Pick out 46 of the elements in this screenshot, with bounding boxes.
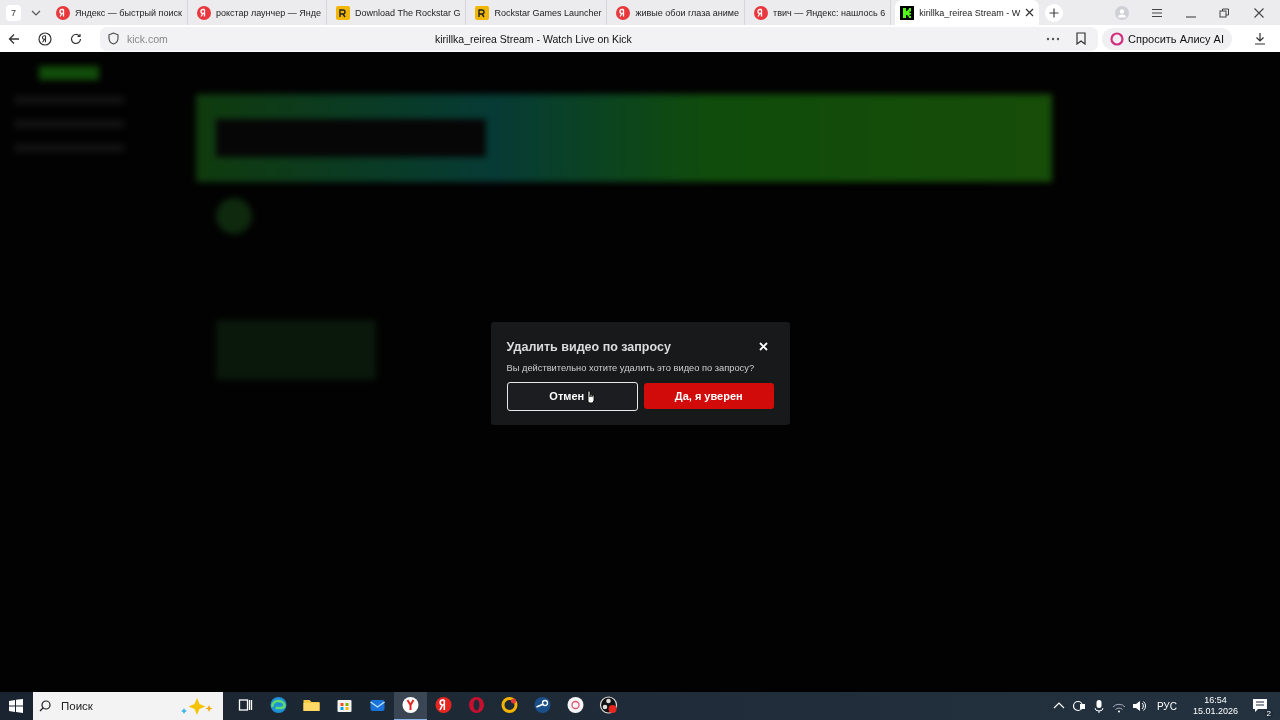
camera-icon[interactable] (1071, 699, 1086, 713)
back-arrow-icon[interactable] (8, 32, 20, 45)
menu-icon[interactable] (1151, 7, 1163, 18)
search-bar[interactable]: Поиск (33, 692, 223, 720)
search-icon (39, 700, 51, 712)
windows-logo-icon[interactable] (9, 699, 23, 713)
chevron-down-icon[interactable] (31, 9, 41, 16)
kick-logo-icon (900, 5, 915, 20)
yandex-logo-icon (616, 5, 631, 20)
clock-time[interactable]: 16:54 (1204, 695, 1227, 706)
rockstar-logo-icon (475, 5, 490, 20)
yandex-logo-icon (754, 5, 769, 20)
browser-logo-icon[interactable] (394, 691, 427, 720)
yandex-logo-icon (196, 5, 211, 20)
close-icon[interactable] (1025, 8, 1035, 17)
plus-icon[interactable] (1045, 3, 1064, 22)
close-icon[interactable] (1253, 7, 1265, 18)
clock-date[interactable]: 15.01.2026 (1192, 706, 1238, 717)
dialog-title: Удалить видео по запросу (506, 339, 671, 354)
yandex-logo-icon[interactable] (38, 31, 52, 46)
page-title: kirillka_reirea Stream - Watch Live on Kick (435, 32, 632, 45)
url-text: kick.com (127, 32, 169, 45)
hand-cursor-icon (585, 388, 596, 404)
avatar-circle (216, 198, 252, 234)
shield-icon (108, 32, 119, 45)
browser-tab[interactable]: kirillka_reirea Stream - W (895, 0, 1040, 25)
notification-icon[interactable] (1252, 698, 1268, 714)
alice-ring-icon (1110, 31, 1125, 46)
yandex-logo-icon (56, 5, 70, 20)
dialog-message: Вы действительно хотите удалить это видео по запросу? (506, 362, 756, 373)
tab-count-button[interactable]: 7 (6, 4, 21, 21)
reload-icon[interactable] (70, 32, 82, 45)
more-dots-icon[interactable] (1046, 36, 1061, 41)
language-indicator[interactable]: РУС (1156, 700, 1177, 712)
speaker-icon[interactable] (1131, 699, 1146, 713)
confirm-button[interactable]: Да, я уверен (644, 383, 774, 409)
search-input[interactable]: Поиск (59, 699, 169, 713)
restore-icon[interactable] (1219, 7, 1231, 18)
download-icon[interactable] (1254, 32, 1266, 45)
notification-count: 2 (1264, 709, 1273, 718)
alice-button[interactable]: Спросить Алису AI (1102, 27, 1232, 50)
rockstar-logo-icon (336, 5, 350, 20)
bookmark-icon[interactable] (1076, 32, 1087, 45)
microphone-icon[interactable] (1091, 699, 1106, 713)
address-bar[interactable]: kick.com kirillka_reirea Stream - Watch Live on Kick (100, 26, 1099, 51)
cancel-button[interactable]: Отмен (506, 381, 638, 411)
